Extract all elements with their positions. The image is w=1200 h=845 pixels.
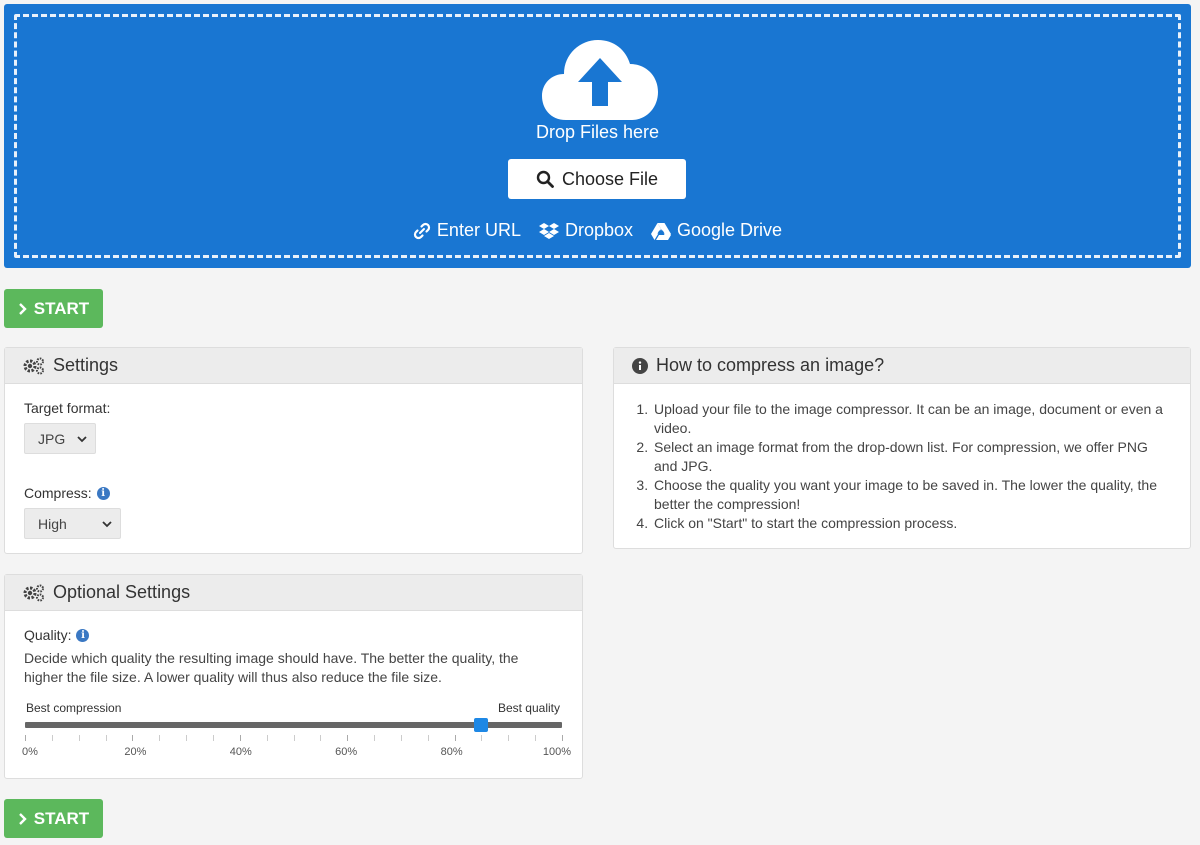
slider-tick xyxy=(400,735,402,741)
upload-sources: Enter URL Dropbox Google Drive xyxy=(4,220,1191,241)
dropbox-link[interactable]: Dropbox xyxy=(538,220,634,241)
quality-description: Decide which quality the resulting image… xyxy=(24,650,519,685)
quality-label: Quality: i xyxy=(24,627,90,643)
slider-tick xyxy=(25,735,26,741)
compress-value: High xyxy=(38,515,67,532)
slider-tick xyxy=(132,735,134,741)
google-drive-link[interactable]: Google Drive xyxy=(651,220,782,241)
start-button-top[interactable]: START xyxy=(4,289,103,328)
compress-label: Compress: i xyxy=(24,485,110,501)
enter-url-label: Enter URL xyxy=(436,220,521,240)
target-format-select[interactable]: JPG xyxy=(24,423,96,454)
quality-slider[interactable] xyxy=(25,718,562,732)
slider-tick-label: 80% xyxy=(440,746,463,758)
dropbox-label: Dropbox xyxy=(564,220,634,240)
howto-step: Choose the quality you want your image t… xyxy=(652,476,1174,514)
link-icon xyxy=(413,222,431,239)
google-drive-icon xyxy=(651,222,672,240)
best-quality-label: Best quality xyxy=(497,701,560,715)
info-icon[interactable]: i xyxy=(76,628,90,642)
gears-icon xyxy=(23,584,44,601)
slider-tick xyxy=(427,735,429,741)
slider-tick xyxy=(481,735,483,741)
upload-dropzone[interactable]: Drop Files here Choose File Enter URL Dr… xyxy=(4,4,1191,268)
slider-tick xyxy=(186,735,188,741)
slider-tick xyxy=(239,735,241,741)
best-compression-label: Best compression xyxy=(26,701,122,715)
info-circle-icon xyxy=(632,357,648,374)
compress-label-text: Compress: xyxy=(24,485,92,501)
slider-tick xyxy=(374,735,376,741)
google-drive-label: Google Drive xyxy=(677,220,783,240)
slider-tick xyxy=(320,735,322,741)
dropbox-icon xyxy=(538,222,559,239)
settings-title: Settings xyxy=(53,355,119,375)
gears-icon xyxy=(23,357,44,374)
search-icon xyxy=(536,170,554,188)
target-format-value: JPG xyxy=(38,430,66,447)
info-icon[interactable]: i xyxy=(96,486,110,500)
optional-settings-header: Optional Settings xyxy=(5,575,582,611)
chevron-down-icon xyxy=(77,435,87,442)
start-button-bottom[interactable]: START xyxy=(4,799,103,838)
slider-tick xyxy=(212,735,214,741)
slider-tick-label: 20% xyxy=(124,746,147,758)
optional-settings-title: Optional Settings xyxy=(53,582,191,602)
start-label: START xyxy=(33,298,90,318)
quality-slider-handle[interactable] xyxy=(474,718,489,732)
slider-tick xyxy=(293,735,295,741)
howto-step: Click on "Start" to start the compressio… xyxy=(652,514,1174,533)
chevron-right-icon xyxy=(18,812,27,825)
choose-file-button[interactable]: Choose File xyxy=(508,159,686,199)
slider-tick xyxy=(105,735,107,741)
target-format-label: Target format: xyxy=(24,400,110,416)
optional-settings-panel: Optional Settings Quality: i Decide whic… xyxy=(4,574,583,779)
compress-select[interactable]: High xyxy=(24,508,121,539)
howto-steps: Upload your file to the image compressor… xyxy=(614,400,1174,533)
slider-tick xyxy=(266,735,268,741)
slider-tick xyxy=(159,735,161,741)
quality-label-text: Quality: xyxy=(24,627,72,643)
slider-tick xyxy=(562,735,563,741)
start-label: START xyxy=(33,808,90,828)
howto-header: How to compress an image? xyxy=(614,348,1190,384)
cloud-upload-icon xyxy=(542,40,658,120)
howto-step: Select an image format from the drop-dow… xyxy=(652,438,1174,476)
slider-tick-label: 40% xyxy=(229,746,252,758)
howto-panel: How to compress an image? Upload your fi… xyxy=(613,347,1191,549)
slider-tick-label: 100% xyxy=(542,746,572,758)
slider-tick-label: 0% xyxy=(22,746,38,758)
slider-tick xyxy=(51,735,53,741)
drop-files-text: Drop Files here xyxy=(535,122,660,142)
slider-tick xyxy=(535,735,537,741)
enter-url-link[interactable]: Enter URL xyxy=(413,220,521,241)
target-format-label-text: Target format: xyxy=(24,400,111,416)
howto-step: Upload your file to the image compressor… xyxy=(652,400,1174,438)
slider-tick-label: 60% xyxy=(335,746,358,758)
howto-title: How to compress an image? xyxy=(656,355,885,375)
settings-header: Settings xyxy=(5,348,582,384)
slider-tick xyxy=(78,735,80,741)
chevron-down-icon xyxy=(102,520,112,527)
slider-tick xyxy=(347,735,349,741)
chevron-right-icon xyxy=(18,302,27,315)
choose-file-label: Choose File xyxy=(561,168,659,189)
settings-panel: Settings Target format: JPG Compress: i … xyxy=(4,347,583,554)
slider-tick xyxy=(454,735,456,741)
slider-tick xyxy=(508,735,510,741)
